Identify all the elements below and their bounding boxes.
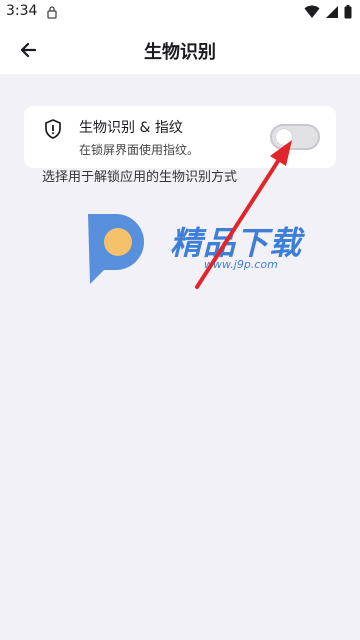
watermark-logo-icon xyxy=(88,214,144,284)
shield-icon xyxy=(45,119,61,139)
content-area: 生物识别 & 指纹 在锁屏界面使用指纹。 选择用于解锁应用的生物识别方式 精品下… xyxy=(0,74,360,640)
page-title: 生物识别 xyxy=(144,42,216,63)
signal-icon xyxy=(326,6,338,18)
setting-title: 生物识别 & 指纹 xyxy=(79,120,183,136)
watermark-url: www.j9p.com xyxy=(204,258,278,271)
status-icons xyxy=(304,4,352,20)
wifi-icon xyxy=(304,5,320,18)
watermark: 精品下载 www.j9p.com xyxy=(82,210,322,292)
section-description: 选择用于解锁应用的生物识别方式 xyxy=(42,170,238,185)
status-bar: 3:34 xyxy=(0,0,360,26)
status-time: 3:34 xyxy=(6,3,38,19)
setting-subtitle: 在锁屏界面使用指纹。 xyxy=(79,143,200,157)
toggle-knob xyxy=(276,129,292,145)
battery-icon xyxy=(344,5,352,19)
app-bar: 生物识别 xyxy=(0,26,360,74)
lock-icon xyxy=(47,6,57,19)
biometric-fingerprint-setting[interactable]: 生物识别 & 指纹 在锁屏界面使用指纹。 xyxy=(24,106,336,168)
biometric-toggle[interactable] xyxy=(270,124,320,150)
